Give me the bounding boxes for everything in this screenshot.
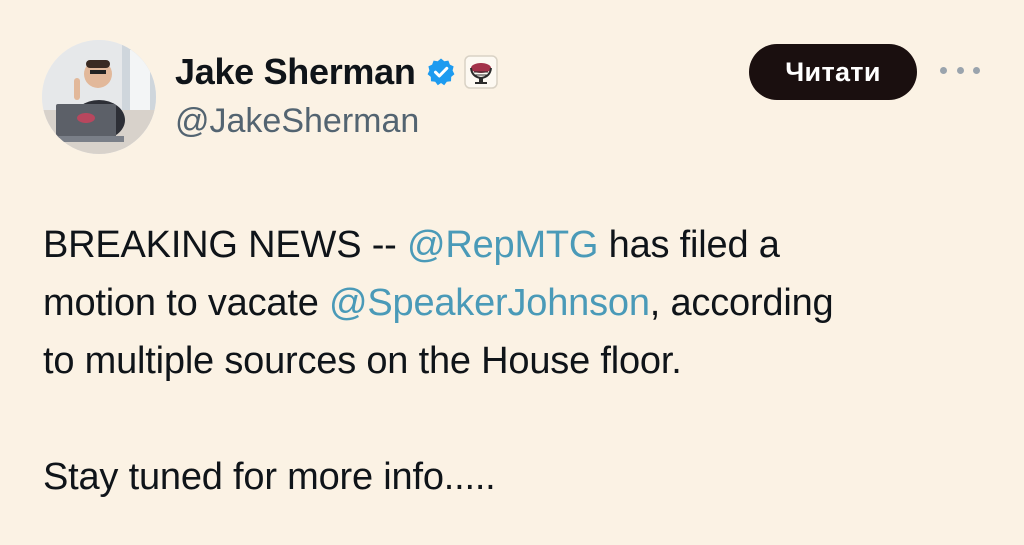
- author-display-name[interactable]: Jake Sherman: [175, 49, 416, 95]
- tweet-text-segment: motion to vacate: [43, 282, 329, 324]
- tweet-line: BREAKING NEWS -- @RepMTG has filed a: [43, 216, 1003, 274]
- tweet-text-segment: , according: [649, 282, 834, 324]
- more-dot-icon: [940, 66, 947, 74]
- author-handle[interactable]: @JakeSherman: [175, 100, 419, 142]
- tweet-line: to multiple sources on the House floor.: [43, 340, 682, 382]
- author-avatar[interactable]: [42, 40, 156, 154]
- more-dot-icon: [973, 66, 980, 74]
- tweet-line: Stay tuned for more info.....: [43, 456, 496, 498]
- follow-button[interactable]: Читати: [749, 44, 917, 100]
- author-name-row: Jake Sherman: [175, 49, 498, 95]
- tweet-line: motion to vacate @SpeakerJohnson, accord…: [43, 274, 1003, 332]
- verified-badge-icon[interactable]: [426, 57, 456, 87]
- more-options-icon[interactable]: [940, 60, 980, 80]
- more-dot-icon: [956, 66, 964, 74]
- punchbowl-affiliate-icon[interactable]: [463, 55, 498, 89]
- tweet-text: BREAKING NEWS -- @RepMTG has filed a mot…: [43, 216, 1003, 506]
- mention-link-speakerjohnson[interactable]: @SpeakerJohnson: [329, 282, 650, 324]
- tweet-text-segment: has filed a: [598, 224, 780, 266]
- mention-link-repmtg[interactable]: @RepMTG: [407, 224, 599, 266]
- tweet-text-segment: BREAKING NEWS --: [43, 224, 407, 266]
